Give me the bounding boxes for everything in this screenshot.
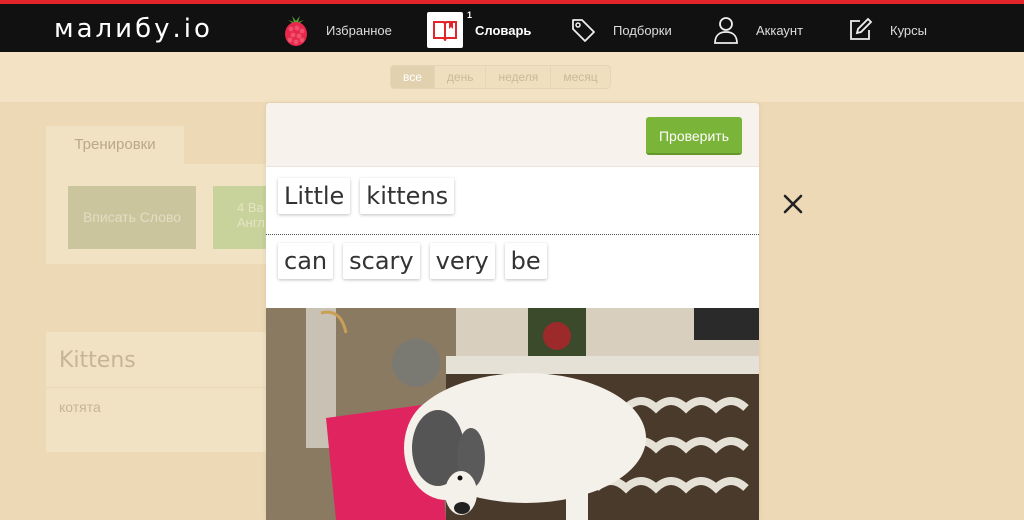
nav-dictionary[interactable]: 1 Словарь [427, 8, 531, 52]
word-card-divider [46, 387, 276, 388]
dictionary-badge: 1 [467, 10, 473, 20]
book-icon [427, 12, 463, 48]
word-card[interactable]: Kittens котята [46, 332, 276, 452]
nav-favorites[interactable]: Избранное [278, 8, 392, 52]
close-icon[interactable] [780, 191, 806, 217]
choice-word-chip[interactable]: scary [343, 243, 420, 279]
illustration-photo [266, 308, 759, 520]
nav-account-label: Аккаунт [756, 22, 804, 38]
training-tile-options[interactable]: 4 Ва Англ [213, 186, 273, 249]
nav-dictionary-label: Словарь [475, 22, 532, 38]
edit-icon [842, 12, 878, 48]
user-icon [708, 12, 744, 48]
nav-courses[interactable]: Курсы [842, 8, 927, 52]
sentence-builder-modal: Проверить Little kittens can scary very … [266, 103, 759, 520]
answer-area[interactable]: Little kittens [278, 178, 464, 214]
answer-word-chip[interactable]: Little [278, 178, 351, 214]
word-card-translation: котята [59, 399, 101, 415]
filter-day[interactable]: день [435, 66, 487, 88]
raspberry-icon [278, 12, 314, 48]
nav-courses-label: Курсы [890, 22, 928, 38]
answer-word-chip[interactable]: kittens [360, 178, 455, 214]
period-filter: все день неделя месяц [390, 65, 611, 89]
modal-header: Проверить [266, 103, 759, 167]
check-button[interactable]: Проверить [646, 117, 742, 155]
trainings-tab[interactable]: Тренировки [46, 126, 184, 164]
word-card-word: Kittens [59, 348, 136, 373]
filter-month[interactable]: месяц [551, 66, 609, 88]
nav-account[interactable]: Аккаунт [708, 8, 803, 52]
answer-divider [266, 234, 759, 235]
choice-word-chip[interactable]: be [504, 243, 547, 279]
filter-week[interactable]: неделя [486, 66, 552, 88]
training-tile-write-word[interactable]: Вписать Слово [68, 186, 196, 249]
logo[interactable]: малибу.io [54, 14, 213, 44]
top-nav-bar: малибу.io Избранное 1 Словарь Подборки А… [0, 0, 1024, 52]
choice-word-chip[interactable]: can [278, 243, 334, 279]
nav-collections-label: Подборки [613, 22, 672, 38]
choice-word-chip[interactable]: very [429, 243, 495, 279]
nav-favorites-label: Избранное [326, 22, 392, 38]
nav-collections[interactable]: Подборки [565, 8, 672, 52]
tag-icon [565, 12, 601, 48]
word-bank: can scary very be [278, 243, 557, 279]
filter-all[interactable]: все [391, 66, 435, 88]
